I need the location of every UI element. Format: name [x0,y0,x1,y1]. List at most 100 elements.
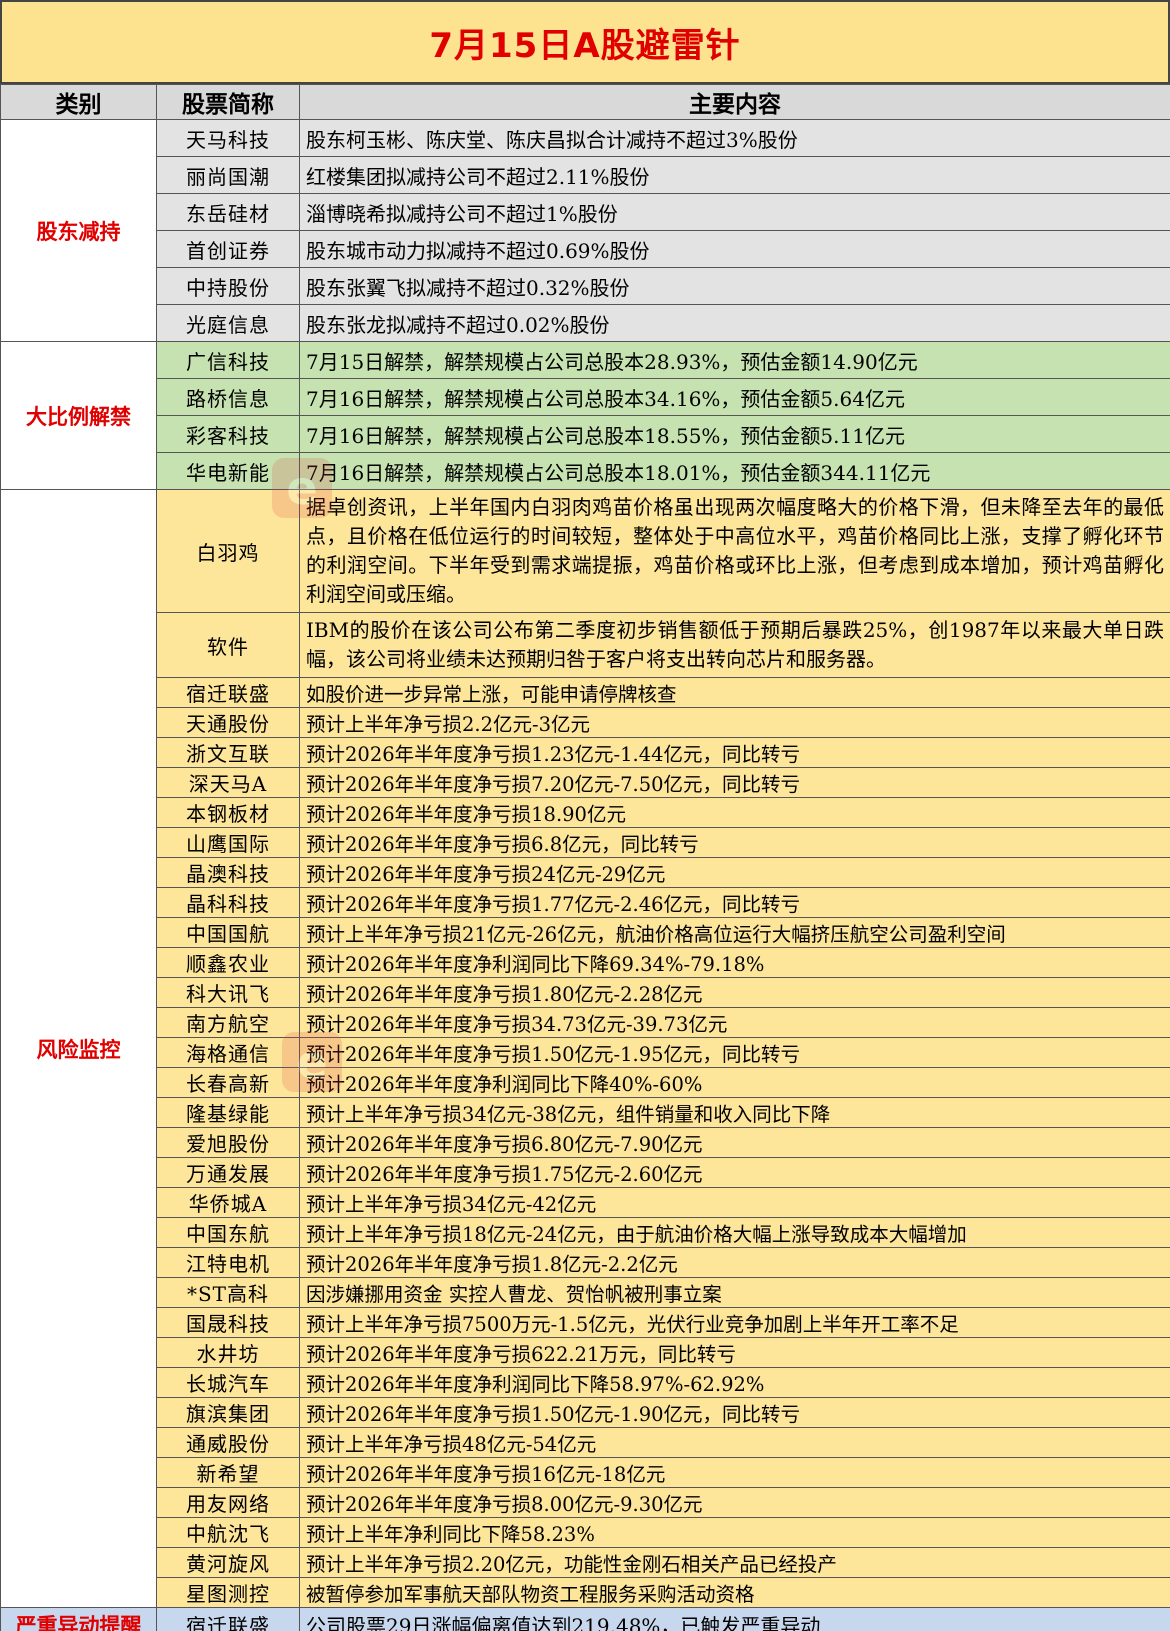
stock-name-cell: 首创证券 [156,230,300,268]
stock-name-cell: 星图测控 [156,1577,300,1608]
stock-name-cell: 旗滨集团 [156,1397,300,1428]
stock-name-cell: 路桥信息 [156,378,300,416]
content-cell: 7月15日解禁，解禁规模占公司总股本28.93%，预估金额14.90亿元 [299,341,1170,379]
stock-name-cell: 新希望 [156,1457,300,1488]
content-cell: 预计上半年净亏损34亿元-42亿元 [299,1187,1170,1218]
stock-name-cell: 广信科技 [156,341,300,379]
table-row: 本钢板材 预计2026年半年度净亏损18.90亿元 [1,797,1170,828]
stock-name-cell: 东岳硅材 [156,193,300,231]
content-cell: 如股价进一步异常上涨，可能申请停牌核查 [299,677,1170,708]
stock-name-cell: 长春高新 [156,1067,300,1098]
table-row: 晶澳科技 预计2026年半年度净亏损24亿元-29亿元 [1,857,1170,888]
table-row: 国晟科技 预计上半年净亏损7500万元-1.5亿元，光伏行业竞争加剧上半年开工率不… [1,1307,1170,1338]
content-cell: 预计2026年半年度净亏损1.8亿元-2.2亿元 [299,1247,1170,1278]
stock-name-cell: 万通发展 [156,1157,300,1188]
content-cell: 预计2026年半年度净亏损34.73亿元-39.73亿元 [299,1007,1170,1038]
stock-name-cell: 宿迁联盛 [156,677,300,708]
stock-name-cell: 光庭信息 [156,304,300,342]
table-row: 东岳硅材 淄博晓希拟减持公司不超过1%股份 [1,193,1170,231]
stock-name-cell: 通威股份 [156,1427,300,1458]
content-cell: 预计上半年净亏损21亿元-26亿元，航油价格高位运行大幅挤压航空公司盈利空间 [299,917,1170,948]
table-row: 风险监控 白羽鸡 据卓创资讯，上半年国内白羽肉鸡苗价格虽出现两次幅度略大的价格下滑，… [0,489,1170,1608]
table-row: 软件 IBM的股价在该公司公布第二季度初步销售额低于预期后暴跌25%，创1987年… [1,612,1170,678]
table-row: 天通股份 预计上半年净亏损2.2亿元-3亿元 [1,707,1170,738]
content-cell: 预计上半年净亏损18亿元-24亿元，由于航油价格大幅上涨导致成本大幅增加 [299,1217,1170,1248]
content-cell: 预计2026年半年度净亏损24亿元-29亿元 [299,857,1170,888]
category-cell: 大比例解禁 [0,341,157,490]
stock-name-cell: 本钢板材 [156,797,300,828]
table-row: 严重异动提醒 宿迁联盛 公司股票29日涨幅偏离值达到219.48%，已触发严重异动 [0,1607,1170,1631]
page: 7月15日A股避雷针 类别 股票简称 主要内容 股东减持 天马科技 股东柯玉彬、陈庆… [0,0,1170,1631]
table-row: *ST高科 因涉嫌挪用资金 实控人曹龙、贺怡帆被刑事立案 [1,1277,1170,1308]
table-header-row: 类别 股票简称 主要内容 [0,84,1170,120]
category-cell: 股东减持 [0,119,157,342]
table-row: 丽尚国潮 红楼集团拟减持公司不超过2.11%股份 [1,156,1170,194]
table-row: 黄河旋风 预计上半年净亏损2.20亿元，功能性金刚石相关产品已经投产 [1,1547,1170,1578]
content-cell: 预计2026年半年度净亏损1.23亿元-1.44亿元，同比转亏 [299,737,1170,768]
stock-name-cell: 浙文互联 [156,737,300,768]
content-cell: 股东城市动力拟减持不超过0.69%股份 [299,230,1170,268]
content-cell: 股东张翼飞拟减持不超过0.32%股份 [299,267,1170,305]
content-cell: 预计2026年半年度净亏损7.20亿元-7.50亿元，同比转亏 [299,767,1170,798]
stock-name-cell: 晶澳科技 [156,857,300,888]
content-cell: 预计上半年净利同比下降58.23% [299,1517,1170,1548]
header-stock: 股票简称 [156,84,300,120]
table-row: 晶科科技 预计2026年半年度净亏损1.77亿元-2.46亿元，同比转亏 [1,887,1170,918]
content-cell: 预计2026年半年度净亏损1.75亿元-2.60亿元 [299,1157,1170,1188]
stock-name-cell: 丽尚国潮 [156,156,300,194]
stock-name-cell: 顺鑫农业 [156,947,300,978]
table-row: 星图测控 被暂停参加军事航天部队物资工程服务采购活动资格 [1,1577,1170,1608]
table-row: 中国东航 预计上半年净亏损18亿元-24亿元，由于航油价格大幅上涨导致成本大幅增加 [1,1217,1170,1248]
table-row: 海格通信 预计2026年半年度净亏损1.50亿元-1.95亿元，同比转亏 [1,1037,1170,1068]
content-cell: 公司股票29日涨幅偏离值达到219.48%，已触发严重异动 [299,1607,1170,1631]
table-row: 长春高新 预计2026年半年度净利润同比下降40%-60% [1,1067,1170,1098]
stock-name-cell: 深天马A [156,767,300,798]
table-body: 股东减持 天马科技 股东柯玉彬、陈庆堂、陈庆昌拟合计减持不超过3%股份 丽尚国潮 红楼集… [0,119,1170,1631]
table-row: 山鹰国际 预计2026年半年度净亏损6.8亿元，同比转亏 [1,827,1170,858]
stock-table: 类别 股票简称 主要内容 股东减持 天马科技 股东柯玉彬、陈庆堂、陈庆昌拟合计减持不… [0,84,1170,1631]
table-row: 大比例解禁 广信科技 7月15日解禁，解禁规模占公司总股本28.93%，预估金额14… [0,341,1170,490]
table-row: 水井坊 预计2026年半年度净亏损622.21万元，同比转亏 [1,1337,1170,1368]
content-cell: 淄博晓希拟减持公司不超过1%股份 [299,193,1170,231]
stock-name-cell: 爱旭股份 [156,1127,300,1158]
stock-name-cell: 南方航空 [156,1007,300,1038]
table-row: 爱旭股份 预计2026年半年度净亏损6.80亿元-7.90亿元 [1,1127,1170,1158]
stock-name-cell: 晶科科技 [156,887,300,918]
table-row: 用友网络 预计2026年半年度净亏损8.00亿元-9.30亿元 [1,1487,1170,1518]
stock-name-cell: 中持股份 [156,267,300,305]
page-title: 7月15日A股避雷针 [0,0,1170,84]
table-row: 彩客科技 7月16日解禁，解禁规模占公司总股本18.55%，预估金额5.11亿元 [1,415,1170,453]
content-cell: 预计2026年半年度净亏损622.21万元，同比转亏 [299,1337,1170,1368]
content-cell: 预计2026年半年度净亏损1.77亿元-2.46亿元，同比转亏 [299,887,1170,918]
stock-name-cell: 白羽鸡 [156,489,300,613]
content-cell: 预计2026年半年度净利润同比下降69.34%-79.18% [299,947,1170,978]
content-cell: 预计上半年净亏损34亿元-38亿元，组件销量和收入同比下降 [299,1097,1170,1128]
table-row: 浙文互联 预计2026年半年度净亏损1.23亿元-1.44亿元，同比转亏 [1,737,1170,768]
stock-name-cell: 国晟科技 [156,1307,300,1338]
content-cell: 预计2026年半年度净亏损18.90亿元 [299,797,1170,828]
content-cell: 预计上半年净亏损7500万元-1.5亿元，光伏行业竞争加剧上半年开工率不足 [299,1307,1170,1338]
stock-name-cell: 隆基绿能 [156,1097,300,1128]
stock-name-cell: 华侨城A [156,1187,300,1218]
content-cell: 预计2026年半年度净亏损1.50亿元-1.95亿元，同比转亏 [299,1037,1170,1068]
content-cell: 预计2026年半年度净亏损6.8亿元，同比转亏 [299,827,1170,858]
stock-name-cell: 彩客科技 [156,415,300,453]
stock-name-cell: 山鹰国际 [156,827,300,858]
content-cell: 预计2026年半年度净亏损1.50亿元-1.90亿元，同比转亏 [299,1397,1170,1428]
table-row: 科大讯飞 预计2026年半年度净亏损1.80亿元-2.28亿元 [1,977,1170,1008]
header-category: 类别 [0,84,157,120]
stock-name-cell: 黄河旋风 [156,1547,300,1578]
stock-name-cell: 软件 [156,612,300,678]
table-row: 顺鑫农业 预计2026年半年度净利润同比下降69.34%-79.18% [1,947,1170,978]
content-cell: 预计2026年半年度净亏损1.80亿元-2.28亿元 [299,977,1170,1008]
content-cell: 预计上半年净亏损2.2亿元-3亿元 [299,707,1170,738]
stock-name-cell: *ST高科 [156,1277,300,1308]
table-row: 首创证券 股东城市动力拟减持不超过0.69%股份 [1,230,1170,268]
content-cell: 7月16日解禁，解禁规模占公司总股本34.16%，预估金额5.64亿元 [299,378,1170,416]
stock-name-cell: 中国东航 [156,1217,300,1248]
category-cell: 风险监控 [0,489,157,1608]
header-content: 主要内容 [299,84,1170,120]
table-row: 光庭信息 股东张龙拟减持不超过0.02%股份 [1,304,1170,342]
table-row: 中航沈飞 预计上半年净利同比下降58.23% [1,1517,1170,1548]
content-cell: IBM的股价在该公司公布第二季度初步销售额低于预期后暴跌25%，创1987年以来… [299,612,1170,678]
